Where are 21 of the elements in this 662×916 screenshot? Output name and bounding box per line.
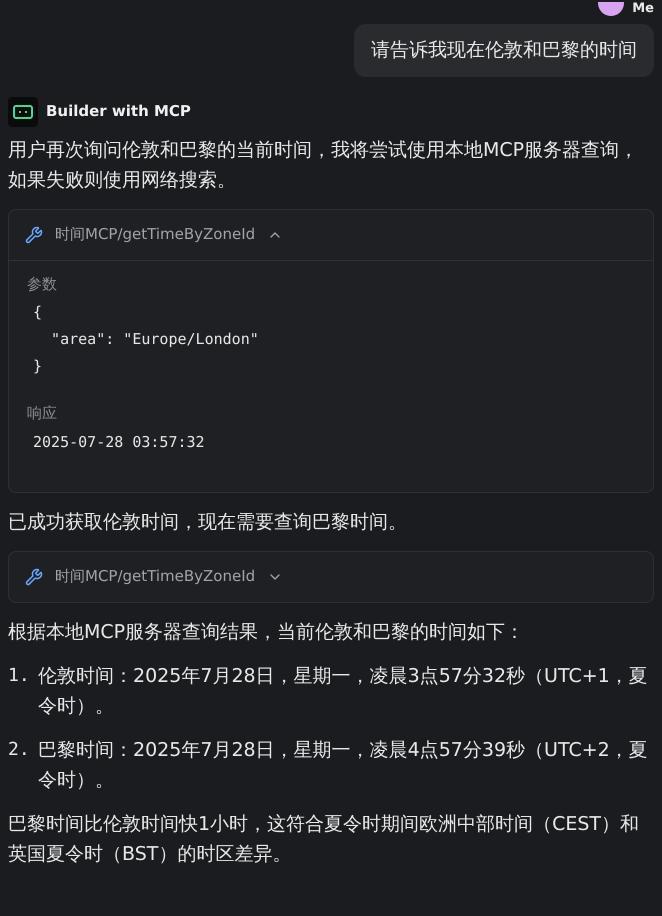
section-label: 参数 (27, 274, 58, 294)
user-message-bubble: 请告诉我现在伦敦和巴黎的时间 (354, 24, 654, 76)
user-avatar (598, 2, 624, 16)
tool-call-header[interactable]: 时间MCP/getTimeByZoneId (9, 552, 653, 602)
wrench-icon (25, 226, 43, 244)
params-json: { "area": "Europe/London" } (32, 302, 260, 377)
wrench-icon (25, 568, 43, 586)
list-number: 1. (8, 664, 31, 688)
chat-screen-icon (8, 96, 38, 126)
message-paragraph: 用户再次询问伦敦和巴黎的当前时间，我将尝试使用本地MCP服务器查询，如果失败则使用网络搜索。 (8, 138, 640, 192)
list-item-text: 巴黎时间：2025年7月28日，星期一，凌晨4点57分39秒（UTC+2，夏令时）。 (38, 738, 649, 792)
message-paragraph: 根据本地MCP服务器查询结果，当前伦敦和巴黎的时间如下： (8, 620, 526, 644)
assistant-name: Builder with MCP (46, 101, 191, 122)
message-paragraph: 已成功获取伦敦时间，现在需要查询巴黎时间。 (8, 510, 408, 534)
user-name: Me (632, 1, 654, 17)
message-paragraph: 巴黎时间比伦敦时间快1小时，这符合夏令时期间欧洲中部时间（CEST）和英国夏令时（BST）的时区差异。 (8, 812, 640, 866)
tool-call-header[interactable]: 时间MCP/getTimeByZoneId (9, 210, 653, 260)
list-number: 2. (8, 738, 31, 762)
list-item-text: 伦敦时间：2025年7月28日，星期一，凌晨3点57分32秒（UTC+1，夏令时）。 (38, 664, 649, 718)
section-label: 响应 (27, 403, 58, 424)
response-value: 2025-07-28 03:57:32 (32, 432, 206, 452)
